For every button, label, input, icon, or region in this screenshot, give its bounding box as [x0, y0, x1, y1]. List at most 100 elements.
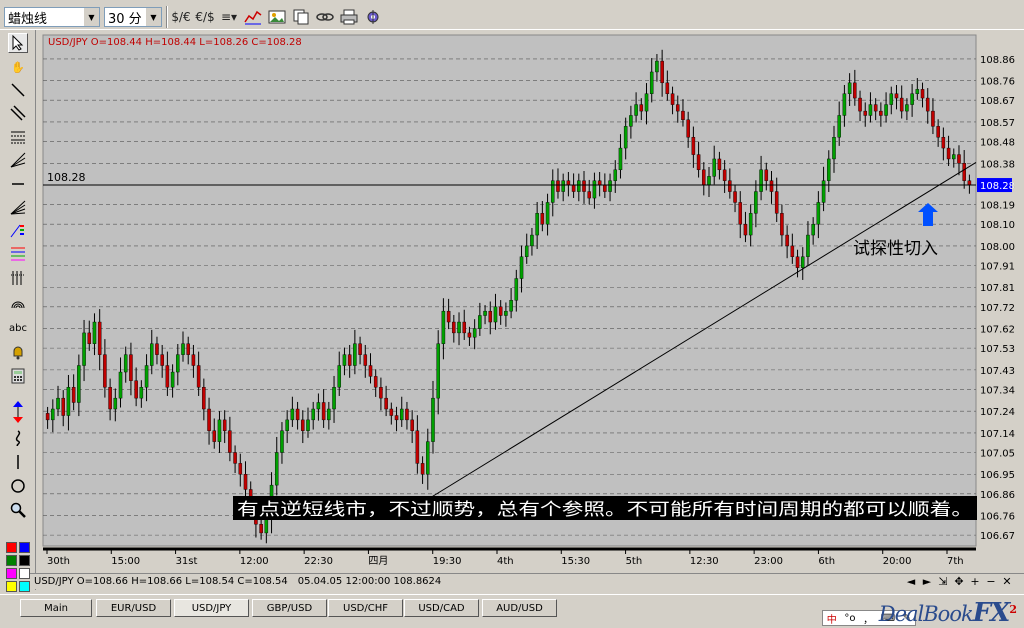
x-tick-label: 12:00	[240, 556, 269, 567]
candle-body	[483, 310, 487, 316]
color-swatch[interactable]	[19, 542, 30, 553]
candle-body	[769, 180, 774, 192]
move-icon[interactable]: ✥	[952, 574, 966, 589]
indicator-icon[interactable]: ≡▾	[218, 7, 240, 27]
link-icon[interactable]	[314, 7, 336, 27]
zoom-icon[interactable]	[8, 500, 28, 520]
candle-body	[457, 321, 461, 334]
candle-body	[394, 415, 399, 421]
chevron-down-icon[interactable]: ▼	[145, 8, 161, 26]
tab-main[interactable]: Main	[20, 599, 92, 617]
fit-icon[interactable]: ⇲	[936, 574, 950, 589]
cursor-icon[interactable]	[8, 33, 28, 53]
timeframe-select[interactable]: 30 分 ▼	[104, 7, 162, 27]
chart-type-value: 蜡烛线	[8, 11, 48, 27]
ime-comma[interactable]: ，	[863, 611, 873, 626]
candle-body	[149, 343, 154, 366]
ime-punct[interactable]: °o	[844, 613, 855, 624]
tab-usd-jpy[interactable]: USD/JPY	[174, 599, 249, 617]
candle-body	[722, 169, 727, 181]
candle-body	[915, 89, 920, 94]
candle-body	[134, 380, 138, 399]
candle-body	[196, 365, 201, 388]
scroll-left-icon[interactable]: ◄	[904, 574, 918, 589]
tab-eur-usd[interactable]: EUR/USD	[96, 599, 171, 617]
candle-body	[754, 191, 758, 214]
copy-icon[interactable]	[290, 7, 312, 27]
color-swatch[interactable]	[6, 555, 17, 566]
calculator-icon[interactable]	[8, 366, 28, 386]
circle-icon[interactable]	[8, 476, 28, 496]
arrow-updown-icon[interactable]	[8, 401, 28, 423]
candle-body	[613, 169, 618, 181]
y-tick-label: 108.00	[980, 242, 1015, 253]
dollar-euro-icon[interactable]: $/€	[170, 7, 192, 27]
bell-icon[interactable]	[8, 342, 28, 362]
vertical-line-icon[interactable]	[8, 452, 28, 472]
fibonacci-icon[interactable]	[8, 244, 28, 264]
fibonacci-fan-icon[interactable]	[8, 197, 28, 217]
zoom-out-icon[interactable]: −	[984, 574, 998, 589]
wave-icon[interactable]	[8, 428, 28, 448]
candle-body	[816, 202, 821, 225]
candle-body	[707, 176, 711, 186]
tab-usd-cad[interactable]: USD/CAD	[404, 599, 479, 617]
color-swatch[interactable]	[19, 568, 30, 579]
status-ohlc: USD/JPY O=108.66 H=108.66 L=108.54 C=108…	[34, 576, 288, 587]
color-swatch[interactable]	[19, 555, 30, 566]
color-swatch[interactable]	[6, 542, 17, 553]
candle-body	[743, 223, 748, 236]
fan-icon[interactable]	[8, 150, 28, 170]
zoom-in-icon[interactable]: +	[968, 574, 982, 589]
candle-body	[592, 180, 597, 199]
tab-usd-chf[interactable]: USD/CHF	[328, 599, 403, 617]
candle-body	[634, 104, 638, 116]
candle-body	[603, 184, 607, 192]
settings-icon[interactable]	[362, 7, 384, 27]
cycle-icon[interactable]	[8, 221, 28, 241]
y-tick-label: 108.67	[980, 96, 1015, 107]
x-tick-label: 15:30	[561, 556, 590, 567]
ime-mode[interactable]: 中	[827, 611, 837, 626]
candle-body	[504, 310, 508, 316]
color-swatch[interactable]	[6, 568, 17, 579]
candle-body	[228, 430, 232, 453]
tab-aud-usd[interactable]: AUD/USD	[482, 599, 557, 617]
close-icon[interactable]: ✕	[1000, 574, 1014, 589]
chart-type-select[interactable]: 蜡烛线 ▼	[4, 7, 100, 27]
chart-line-icon[interactable]	[242, 7, 264, 27]
candle-body	[629, 115, 633, 127]
x-tick-label: 19:30	[433, 556, 462, 567]
toolbar: 蜡烛线 ▼ 30 分 ▼ $/€ €/$ ≡▾	[0, 0, 1024, 30]
candle-body	[238, 463, 243, 475]
price-chart[interactable]: 108.86 108.76 108.67 108.57 108.48 108.38 108.…	[37, 30, 1024, 590]
candle-body	[217, 419, 222, 442]
scroll-right-icon[interactable]: ►	[920, 574, 934, 589]
color-swatch[interactable]	[19, 581, 30, 592]
horizontal-line-icon[interactable]	[8, 174, 28, 194]
candle-body	[571, 184, 576, 192]
grid-icon[interactable]	[8, 268, 28, 288]
trendline-icon[interactable]	[8, 80, 28, 100]
print-icon[interactable]	[338, 7, 360, 27]
candle-body	[733, 191, 737, 203]
text-tool[interactable]: abc	[8, 318, 28, 338]
candle-body	[879, 110, 883, 116]
status-bar: USD/JPY O=108.66 H=108.66 L=108.54 C=108…	[30, 573, 1024, 589]
candle-body	[71, 387, 76, 403]
euro-dollar-icon[interactable]: €/$	[194, 7, 216, 27]
candle-body	[113, 397, 118, 410]
image-icon[interactable]	[266, 7, 288, 27]
gann-icon[interactable]	[8, 127, 28, 147]
candle-body	[342, 354, 347, 366]
hand-icon[interactable]: ✋	[8, 57, 28, 77]
tab-gbp-usd[interactable]: GBP/USD	[252, 599, 327, 617]
candle-body	[77, 365, 81, 403]
x-tick-label: 31st	[176, 556, 198, 567]
channel-icon[interactable]	[8, 103, 28, 123]
arc-icon[interactable]	[8, 292, 28, 312]
brand-version: 2	[1009, 603, 1017, 616]
chevron-down-icon[interactable]: ▼	[83, 8, 99, 26]
candle-body	[186, 343, 190, 355]
color-swatch[interactable]	[6, 581, 17, 592]
